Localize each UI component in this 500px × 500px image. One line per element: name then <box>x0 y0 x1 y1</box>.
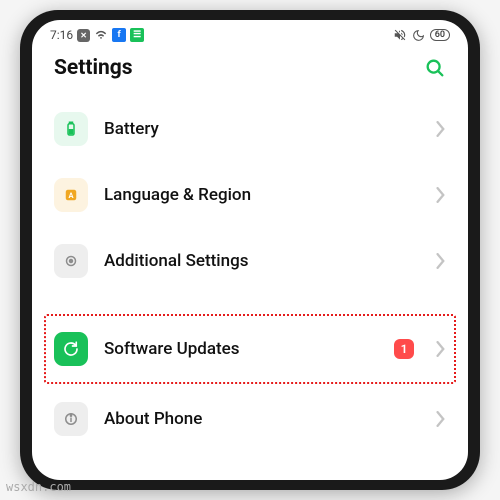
watermark: wsxdn.com <box>6 480 71 494</box>
row-battery[interactable]: Battery <box>46 96 454 162</box>
software-updates-icon <box>54 332 88 366</box>
row-language-region[interactable]: A Language & Region <box>46 162 454 228</box>
phone-frame: 7:16 ✕ f ☰ 60 Settings <box>20 10 480 490</box>
row-about-phone[interactable]: About Phone <box>46 386 454 452</box>
chevron-right-icon <box>436 187 446 203</box>
dnd-moon-icon <box>412 29 425 42</box>
update-badge: 1 <box>394 339 414 359</box>
page-header: Settings <box>32 46 468 96</box>
row-additional-settings[interactable]: Additional Settings <box>46 228 454 294</box>
wifi-icon <box>94 28 108 42</box>
status-right: 60 <box>393 28 450 42</box>
chevron-right-icon <box>436 341 446 357</box>
close-notification-icon: ✕ <box>77 29 90 42</box>
row-label: Software Updates <box>104 339 378 359</box>
search-button[interactable] <box>424 57 446 79</box>
search-icon <box>424 57 446 79</box>
about-phone-icon <box>54 402 88 436</box>
facebook-icon: f <box>112 28 126 42</box>
row-label: About Phone <box>104 409 420 429</box>
screen: 7:16 ✕ f ☰ 60 Settings <box>32 20 468 480</box>
status-bar: 7:16 ✕ f ☰ 60 <box>32 20 468 46</box>
row-label: Battery <box>104 119 420 139</box>
settings-list: Battery A Language & Region Additional S… <box>32 96 468 452</box>
highlight-annotation: Software Updates 1 <box>44 314 456 384</box>
battery-indicator: 60 <box>430 29 450 41</box>
chevron-right-icon <box>436 411 446 427</box>
row-label: Language & Region <box>104 185 420 205</box>
mute-icon <box>393 28 407 42</box>
language-icon: A <box>54 178 88 212</box>
row-label: Additional Settings <box>104 251 420 271</box>
additional-settings-icon <box>54 244 88 278</box>
chevron-right-icon <box>436 253 446 269</box>
section-divider <box>46 294 454 312</box>
battery-icon <box>54 112 88 146</box>
app-notification-icon: ☰ <box>130 28 144 42</box>
status-left: 7:16 ✕ f ☰ <box>50 28 144 42</box>
status-time: 7:16 <box>50 28 73 42</box>
page-title: Settings <box>54 56 133 80</box>
row-software-updates[interactable]: Software Updates 1 <box>46 316 454 382</box>
chevron-right-icon <box>436 121 446 137</box>
